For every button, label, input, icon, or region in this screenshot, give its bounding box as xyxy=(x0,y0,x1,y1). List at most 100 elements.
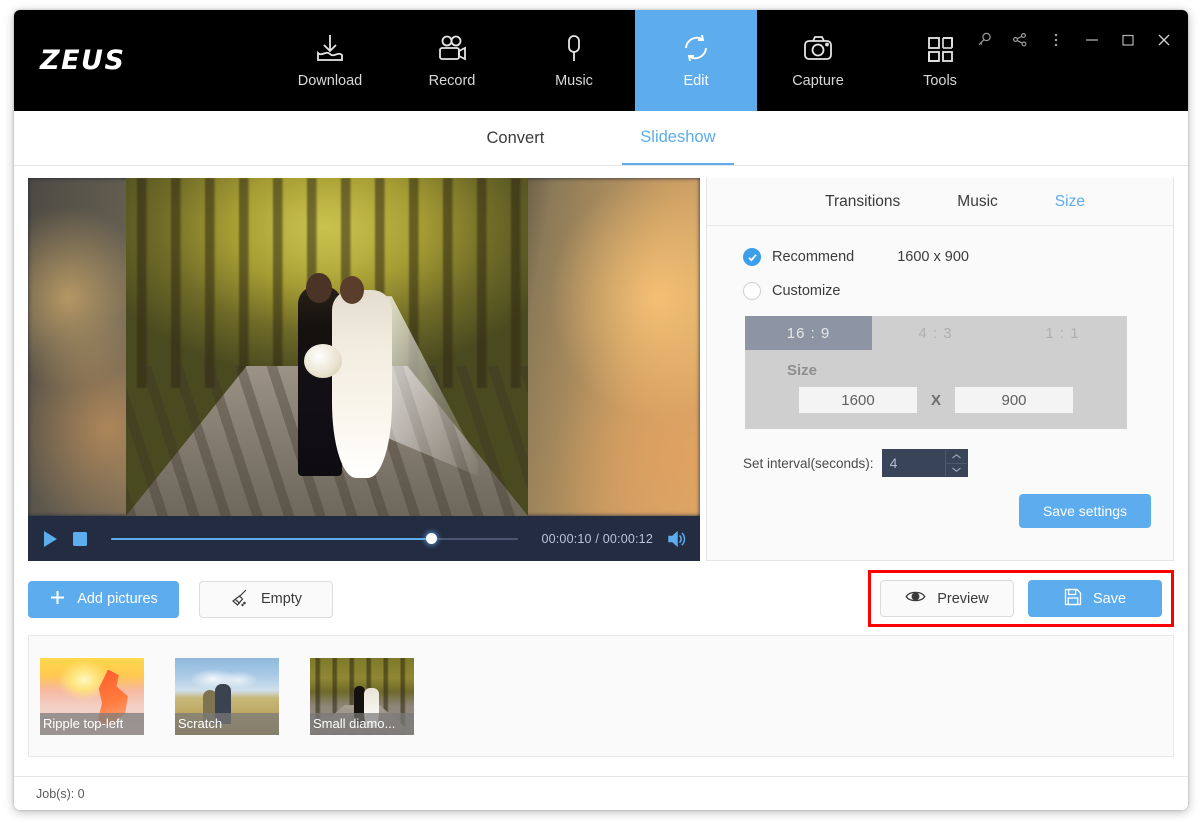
preview-label: Preview xyxy=(937,590,989,607)
thumb-caption: Small diamo... xyxy=(310,712,414,735)
video-preview: 00:00:10 / 00:00:12 xyxy=(28,178,700,561)
download-icon xyxy=(312,32,348,66)
nav-item-tools[interactable]: Tools xyxy=(879,10,1001,111)
tab-convert[interactable]: Convert xyxy=(469,111,563,165)
video-camera-icon xyxy=(434,32,470,66)
sub-tab-bar: Convert Slideshow xyxy=(14,111,1188,166)
key-icon[interactable] xyxy=(974,30,994,50)
highlighted-actions: Preview Save xyxy=(868,570,1174,627)
list-item[interactable]: Small diamo... xyxy=(310,657,414,735)
window-controls xyxy=(974,30,1174,50)
ratio-4-3[interactable]: 4 : 3 xyxy=(872,316,999,350)
main-nav: Download Record Music Edit Capture Tools xyxy=(269,10,1001,111)
nav-label-download: Download xyxy=(297,73,363,89)
preview-photo xyxy=(126,178,528,516)
play-icon[interactable] xyxy=(42,530,59,548)
empty-label: Empty xyxy=(260,591,303,607)
save-button[interactable]: Save xyxy=(1028,580,1162,617)
floppy-disk-icon xyxy=(1064,588,1082,610)
width-input[interactable] xyxy=(798,387,917,413)
interval-label: Set interval(seconds): xyxy=(743,455,874,471)
title-bar: ZEUS Download Record Music Edit Capture … xyxy=(14,10,1188,111)
preview-stage xyxy=(28,178,700,516)
photo-groom-head xyxy=(306,273,332,303)
stop-icon[interactable] xyxy=(72,531,88,547)
nav-label-music: Music xyxy=(555,73,593,89)
add-pictures-button[interactable]: Add pictures xyxy=(28,580,179,618)
photo-bouquet xyxy=(304,344,342,378)
customize-radio[interactable] xyxy=(743,282,761,300)
settings-tab-bar: Transitions Music Size xyxy=(707,178,1173,226)
nav-item-capture[interactable]: Capture xyxy=(757,10,879,111)
thumb-caption: Scratch xyxy=(175,712,279,735)
list-item[interactable]: Scratch xyxy=(175,657,279,735)
action-bar: Add pictures Empty Preview Save xyxy=(14,561,1188,627)
broom-icon xyxy=(230,588,250,611)
empty-button[interactable]: Empty xyxy=(199,580,333,618)
job-count-label: Job(s): 0 xyxy=(36,786,85,801)
recommend-label: Recommend xyxy=(772,249,855,265)
customize-row: Customize xyxy=(743,282,1147,300)
seek-fill xyxy=(111,537,431,540)
volume-icon[interactable] xyxy=(666,530,686,548)
ratio-16-9[interactable]: 16 : 9 xyxy=(745,316,872,350)
thumb-caption: Ripple top-left xyxy=(40,712,144,735)
interval-stepper[interactable] xyxy=(881,449,968,477)
list-item[interactable]: Ripple top-left xyxy=(40,657,144,735)
tab-size[interactable]: Size xyxy=(1055,193,1085,211)
microphone-icon xyxy=(556,32,592,66)
minimize-icon[interactable] xyxy=(1082,30,1102,50)
tab-music[interactable]: Music xyxy=(957,193,997,211)
photo-bride-head xyxy=(340,276,364,304)
camera-icon xyxy=(800,32,836,66)
aspect-ratio-tabs: 16 : 9 4 : 3 1 : 1 xyxy=(745,316,1127,350)
nav-item-record[interactable]: Record xyxy=(391,10,513,111)
ratio-1-1[interactable]: 1 : 1 xyxy=(999,316,1126,350)
seek-bar[interactable] xyxy=(111,532,519,546)
nav-item-edit[interactable]: Edit xyxy=(635,10,757,111)
size-section-title: Size xyxy=(787,362,818,379)
chevron-down-icon[interactable] xyxy=(946,464,967,477)
tab-slideshow[interactable]: Slideshow xyxy=(622,111,734,165)
nav-label-record: Record xyxy=(428,73,476,89)
recommend-value: 1600 x 900 xyxy=(897,249,969,265)
nav-label-capture: Capture xyxy=(792,73,844,89)
nav-label-edit: Edit xyxy=(683,73,709,89)
preview-button[interactable]: Preview xyxy=(880,580,1014,617)
maximize-icon[interactable] xyxy=(1118,30,1138,50)
settings-panel: Transitions Music Size Recommend 1600 x … xyxy=(706,178,1174,561)
customize-label: Customize xyxy=(772,283,841,299)
interval-row: Set interval(seconds): xyxy=(743,449,1147,477)
picture-strip: Ripple top-left Scratch Small diamo... xyxy=(28,635,1174,757)
status-bar: Job(s): 0 xyxy=(14,776,1188,810)
share-icon[interactable] xyxy=(1010,30,1030,50)
seek-knob[interactable] xyxy=(425,533,437,544)
player-controls: 00:00:10 / 00:00:12 xyxy=(28,516,700,561)
custom-size-box: 16 : 9 4 : 3 1 : 1 Size X xyxy=(745,316,1127,429)
height-input[interactable] xyxy=(955,387,1073,413)
size-inputs: X xyxy=(745,387,1127,413)
recommend-row: Recommend 1600 x 900 xyxy=(743,248,1147,266)
plus-icon xyxy=(49,589,66,610)
main-content: 00:00:10 / 00:00:12 Transitions Music Si… xyxy=(14,166,1188,561)
close-icon[interactable] xyxy=(1154,30,1174,50)
interval-input[interactable] xyxy=(882,450,945,476)
nav-item-music[interactable]: Music xyxy=(513,10,635,111)
chevron-up-icon[interactable] xyxy=(945,450,967,464)
add-pictures-label: Add pictures xyxy=(77,591,158,607)
app-logo: ZEUS xyxy=(40,45,126,76)
recommend-radio[interactable] xyxy=(743,248,761,266)
grid-icon xyxy=(922,32,958,66)
size-separator: X xyxy=(930,391,941,409)
size-settings: Recommend 1600 x 900 Customize 16 : 9 4 … xyxy=(707,226,1173,560)
nav-item-download[interactable]: Download xyxy=(269,10,391,111)
application-window: ZEUS Download Record Music Edit Capture … xyxy=(14,10,1188,810)
playback-time: 00:00:10 / 00:00:12 xyxy=(541,531,653,546)
tab-transitions[interactable]: Transitions xyxy=(825,193,900,211)
more-vertical-icon[interactable] xyxy=(1046,30,1066,50)
save-label: Save xyxy=(1092,590,1127,607)
eye-icon xyxy=(905,589,926,608)
stepper-arrows xyxy=(944,450,967,477)
nav-label-tools: Tools xyxy=(923,73,957,89)
save-settings-button[interactable]: Save settings xyxy=(1019,494,1151,528)
